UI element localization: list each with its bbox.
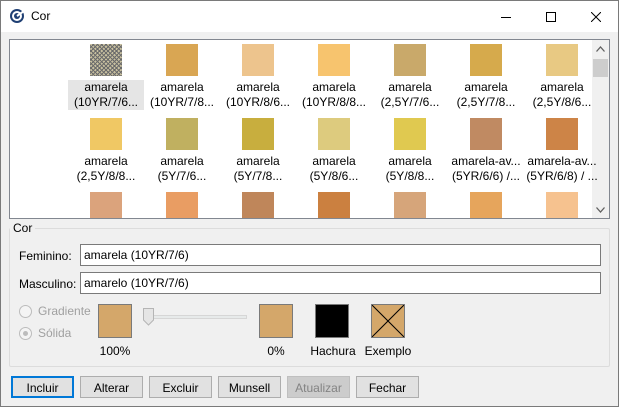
color-swatch [318, 192, 350, 218]
color-item[interactable] [448, 190, 524, 218]
color-swatch [242, 44, 274, 76]
hachura-swatch[interactable] [315, 304, 349, 338]
color-item[interactable]: amarela (2,5Y/8/6... [524, 42, 600, 116]
feminino-label: Feminino: [19, 249, 72, 263]
color-item-label: amarela (2,5Y/7/8... [456, 80, 516, 109]
color-swatch [470, 118, 502, 150]
color-item[interactable] [220, 190, 296, 218]
title-bar: Cor [1, 1, 618, 32]
color-item[interactable]: amarela (10YR/7/8... [144, 42, 220, 116]
window-title: Cor [31, 9, 51, 23]
gradient-end-color[interactable] [259, 304, 293, 338]
color-item[interactable]: amarela (10YR/8/6... [220, 42, 296, 116]
color-item[interactable]: amarela (10YR/8/8... [296, 42, 372, 116]
color-swatch [394, 192, 426, 218]
close-button[interactable] [573, 1, 618, 32]
maximize-button[interactable] [528, 1, 573, 32]
color-item-label: amarela (2,5Y/8/6... [532, 80, 592, 109]
color-swatch [166, 118, 198, 150]
color-item[interactable] [524, 190, 600, 218]
exemplo-swatch [371, 304, 405, 338]
gradiente-radio[interactable]: Gradiente [19, 304, 91, 318]
color-swatch [394, 118, 426, 150]
color-swatch [546, 118, 578, 150]
color-swatch [470, 192, 502, 218]
color-item-label: amarela-av... (5YR/6/8) / ... [526, 154, 598, 183]
color-swatch [546, 44, 578, 76]
color-dialog: Cor amarela (10YR/7/6... amarela (10YR/7/8.… [0, 0, 619, 407]
color-swatch [90, 192, 122, 218]
hachura-label: Hachura [310, 344, 356, 358]
color-item-label: amarela (5Y/7/6... [157, 154, 207, 183]
incluir-button[interactable]: Incluir [11, 376, 74, 398]
color-swatch [242, 192, 274, 218]
color-swatch [166, 44, 198, 76]
cor-group-label: Cor [10, 221, 36, 235]
gradient-slider-thumb[interactable] [143, 308, 154, 326]
color-swatch [318, 44, 350, 76]
exemplo-label: Exemplo [364, 344, 412, 358]
color-item[interactable] [68, 190, 144, 218]
color-item[interactable]: amarela (2,5Y/8/8... [68, 116, 144, 190]
solida-label: Sólida [38, 326, 72, 340]
munsell-button[interactable]: Munsell [218, 376, 281, 398]
color-item-label: amarela (2,5Y/8/8... [76, 154, 136, 183]
exemplo-cross-icon [371, 304, 405, 338]
gradiente-label: Gradiente [38, 304, 91, 318]
color-item[interactable] [372, 190, 448, 218]
color-swatch [242, 118, 274, 150]
color-item[interactable]: amarela (2,5Y/7/8... [448, 42, 524, 116]
color-item-label: amarela-av... (5YR/6/6) /... [451, 154, 521, 183]
color-item[interactable]: amarela-av... (5YR/6/6) /... [448, 116, 524, 190]
color-item[interactable]: amarela (5Y/7/6... [144, 116, 220, 190]
start-percent-label: 100% [99, 344, 131, 358]
color-item[interactable]: amarela (5Y/7/8... [220, 116, 296, 190]
atualizar-button: Atualizar [287, 376, 350, 398]
color-item[interactable]: amarela (2,5Y/7/6... [372, 42, 448, 116]
color-item[interactable]: amarela (5Y/8/6... [296, 116, 372, 190]
color-item[interactable] [144, 190, 220, 218]
masculino-label: Masculino: [19, 277, 77, 291]
color-item-label: amarela (10YR/8/6... [225, 80, 291, 109]
color-swatch [90, 118, 122, 150]
color-item[interactable]: amarela (10YR/7/6... [68, 42, 144, 116]
gradient-start-color[interactable] [98, 304, 132, 338]
color-item-label: amarela (5Y/8/6... [309, 154, 359, 183]
color-item[interactable]: amarela-av... (5YR/6/8) / ... [524, 116, 600, 190]
color-grid[interactable]: amarela (10YR/7/6... amarela (10YR/7/8... am… [9, 39, 610, 219]
gradient-slider-track[interactable] [143, 315, 247, 319]
color-swatch [166, 192, 198, 218]
color-swatch [318, 118, 350, 150]
color-item-label: amarela (5Y/8/8... [385, 154, 435, 183]
color-item-label: amarela (5Y/7/8... [233, 154, 283, 183]
color-item-label: amarela (10YR/8/8... [301, 80, 367, 109]
color-item[interactable] [296, 190, 372, 218]
gradiente-radio-circle[interactable] [19, 304, 32, 318]
color-item-label: amarela (2,5Y/7/6... [380, 80, 440, 109]
color-item-label: amarela (10YR/7/8... [149, 80, 215, 109]
end-percent-label: 0% [267, 344, 285, 358]
color-swatch [394, 44, 426, 76]
fechar-button[interactable]: Fechar [356, 376, 419, 398]
color-swatch [546, 192, 578, 218]
feminino-field[interactable]: amarela (10YR/7/6) [80, 244, 601, 266]
alterar-button[interactable]: Alterar [80, 376, 143, 398]
color-swatch [470, 44, 502, 76]
color-swatch [90, 44, 122, 76]
solida-radio-circle[interactable] [19, 326, 32, 340]
app-logo-icon [9, 8, 25, 24]
masculino-field[interactable]: amarelo (10YR/7/6) [80, 272, 601, 294]
color-item-label: amarela (10YR/7/6... [68, 80, 144, 110]
solida-radio[interactable]: Sólida [19, 326, 71, 340]
minimize-button[interactable] [483, 1, 528, 32]
excluir-button[interactable]: Excluir [149, 376, 212, 398]
color-item[interactable]: amarela (5Y/8/8... [372, 116, 448, 190]
